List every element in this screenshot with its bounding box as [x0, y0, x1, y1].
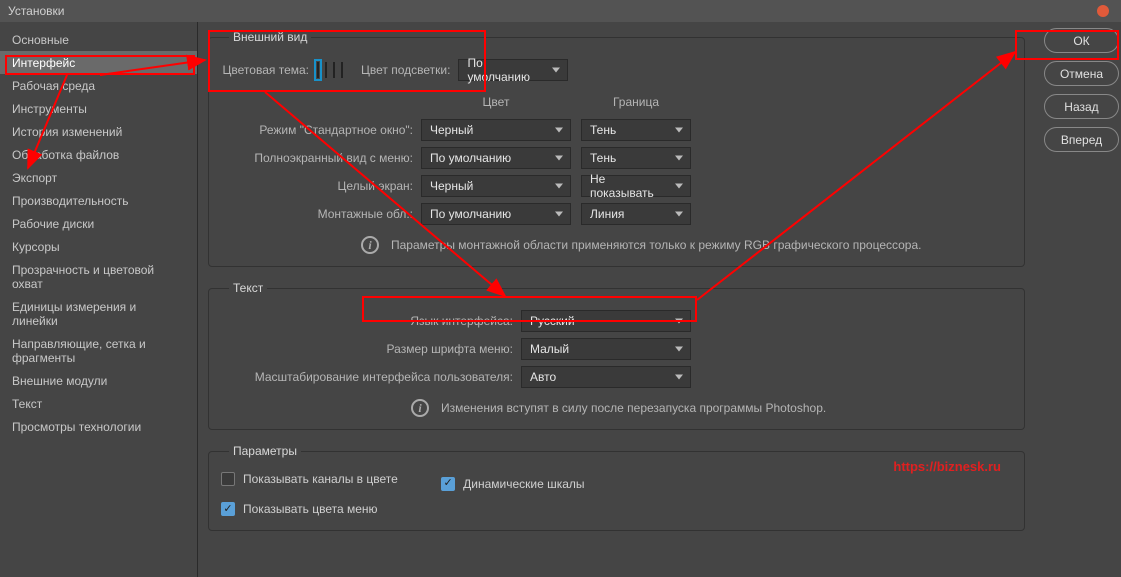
color-theme-label: Цветовая тема: [221, 63, 317, 77]
font-size-label: Размер шрифта меню: [221, 342, 521, 356]
sidebar-item[interactable]: Просмотры технологии [0, 415, 197, 438]
window-title: Установки [8, 4, 64, 18]
text-group: Текст Язык интерфейса: Русский Размер шр… [208, 281, 1025, 430]
sidebar-item[interactable]: Рабочая среда [0, 74, 197, 97]
color-select[interactable]: Черный [421, 175, 571, 197]
color-header: Цвет [421, 95, 571, 109]
titlebar: Установки [0, 0, 1121, 22]
sidebar-item[interactable]: Прозрачность и цветовой охват [0, 258, 197, 295]
dynamic-sliders-checkbox[interactable] [441, 477, 455, 491]
sidebar-item[interactable]: Единицы измерения и линейки [0, 295, 197, 332]
appearance-group: Внешний вид Цветовая тема: Цвет подсветк… [208, 30, 1025, 267]
sidebar-item[interactable]: Направляющие, сетка и фрагменты [0, 332, 197, 369]
ok-button[interactable]: ОК [1044, 28, 1119, 53]
sidebar-item[interactable]: Интерфейс [0, 51, 197, 74]
sidebar-item[interactable]: Обработка файлов [0, 143, 197, 166]
lang-label: Язык интерфейса: [221, 314, 521, 328]
watermark: https://biznesk.ru [893, 459, 1001, 474]
screen-mode-label: Полноэкранный вид с меню: [221, 151, 421, 165]
show-menu-colors-label: Показывать цвета меню [243, 502, 378, 516]
sidebar-item[interactable]: Производительность [0, 189, 197, 212]
cancel-button[interactable]: Отмена [1044, 61, 1119, 86]
sidebar-item[interactable]: Основные [0, 28, 197, 51]
color-theme-swatch[interactable] [333, 62, 335, 78]
sidebar-item[interactable]: Текст [0, 392, 197, 415]
channels-in-color-checkbox[interactable] [221, 472, 235, 486]
sidebar-item[interactable]: Курсоры [0, 235, 197, 258]
dynamic-sliders-label: Динамические шкалы [463, 477, 584, 491]
border-select[interactable]: Линия [581, 203, 691, 225]
screen-mode-label: Режим "Стандартное окно": [221, 123, 421, 137]
font-size-select[interactable]: Малый [521, 338, 691, 360]
lang-select[interactable]: Русский [521, 310, 691, 332]
appearance-info: Параметры монтажной области применяются … [391, 238, 921, 252]
show-menu-colors-checkbox[interactable] [221, 502, 235, 516]
back-button[interactable]: Назад [1044, 94, 1119, 119]
color-select[interactable]: По умолчанию [421, 147, 571, 169]
params-group: Параметры Показывать каналы в цвете Дина… [208, 444, 1025, 531]
highlight-label: Цвет подсветки: [361, 63, 458, 77]
params-legend: Параметры [229, 444, 301, 458]
sidebar-item[interactable]: Внешние модули [0, 369, 197, 392]
text-info: Изменения вступят в силу после перезапус… [441, 401, 826, 415]
channels-in-color-label: Показывать каналы в цвете [243, 472, 398, 486]
screen-mode-label: Монтажные обл.: [221, 207, 421, 221]
highlight-select[interactable]: По умолчанию [458, 59, 568, 81]
color-theme-swatch[interactable] [317, 62, 319, 78]
color-theme-swatch[interactable] [325, 62, 327, 78]
border-select[interactable]: Не показывать [581, 175, 691, 197]
color-select[interactable]: По умолчанию [421, 203, 571, 225]
color-select[interactable]: Черный [421, 119, 571, 141]
close-icon[interactable] [1097, 5, 1109, 17]
ui-scale-select[interactable]: Авто [521, 366, 691, 388]
info-icon: i [361, 236, 379, 254]
color-theme-swatch[interactable] [341, 62, 343, 78]
border-header: Граница [581, 95, 691, 109]
sidebar-item[interactable]: История изменений [0, 120, 197, 143]
forward-button[interactable]: Вперед [1044, 127, 1119, 152]
screen-mode-label: Целый экран: [221, 179, 421, 193]
sidebar-item[interactable]: Инструменты [0, 97, 197, 120]
appearance-legend: Внешний вид [229, 30, 311, 44]
text-legend: Текст [229, 281, 267, 295]
sidebar: ОсновныеИнтерфейсРабочая средаИнструмент… [0, 22, 198, 577]
info-icon: i [411, 399, 429, 417]
border-select[interactable]: Тень [581, 119, 691, 141]
sidebar-item[interactable]: Рабочие диски [0, 212, 197, 235]
ui-scale-label: Масштабирование интерфейса пользователя: [221, 370, 521, 384]
border-select[interactable]: Тень [581, 147, 691, 169]
sidebar-item[interactable]: Экспорт [0, 166, 197, 189]
